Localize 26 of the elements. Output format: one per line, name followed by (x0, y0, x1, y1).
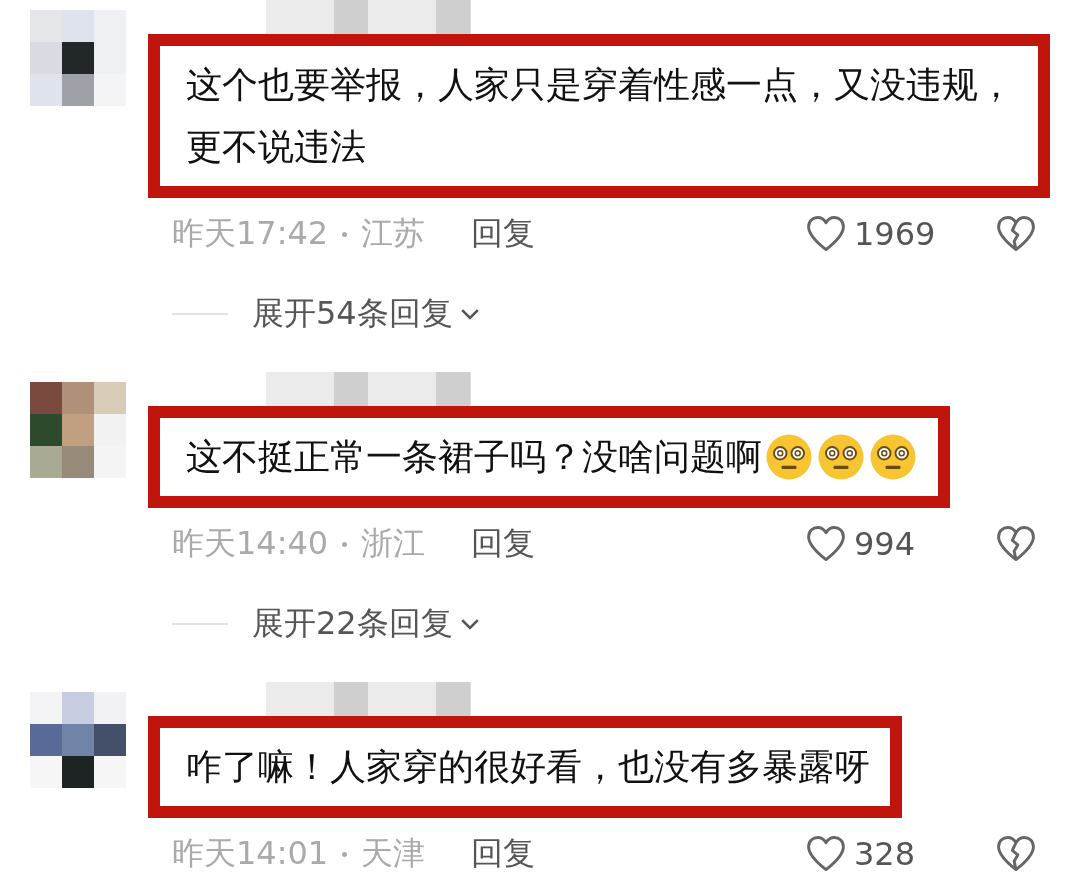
separator-dot (342, 231, 348, 237)
avatar[interactable] (30, 10, 126, 106)
like-count: 994 (854, 525, 917, 563)
comment-time: 昨天17:42 (172, 213, 329, 254)
reply-button[interactable]: 回复 (471, 522, 536, 566)
reply-button[interactable]: 回复 (471, 832, 536, 876)
comment-location: 天津 (361, 833, 426, 874)
comment-location: 浙江 (361, 523, 426, 564)
comment-location: 江苏 (361, 213, 426, 254)
expand-replies-link[interactable]: 展开22条回复 (252, 602, 483, 646)
comment-text: 这个也要举报，人家只是穿着性感一点，又没违规，更不说违法 (186, 63, 1015, 169)
dizzy-face-icon (764, 432, 814, 482)
avatar[interactable] (30, 382, 126, 478)
reply-button[interactable]: 回复 (471, 212, 536, 256)
like-count: 1969 (854, 215, 934, 253)
dizzy-face-icon (868, 432, 918, 482)
comment-time: 昨天14:40 (172, 523, 329, 564)
dizzy-face-icon (816, 432, 866, 482)
like-count: 328 (854, 835, 917, 873)
separator-dot (342, 851, 348, 857)
comment-text: 咋了嘛！人家穿的很好看，也没有多暴露呀 (186, 745, 870, 789)
separator-dot (342, 541, 348, 547)
expand-replies-link[interactable]: 展开54条回复 (252, 292, 483, 336)
comment-text: 这不挺正常一条裙子吗？没啥问题啊 (186, 435, 762, 479)
comment-time: 昨天14:01 (172, 833, 329, 874)
avatar[interactable] (30, 692, 126, 788)
